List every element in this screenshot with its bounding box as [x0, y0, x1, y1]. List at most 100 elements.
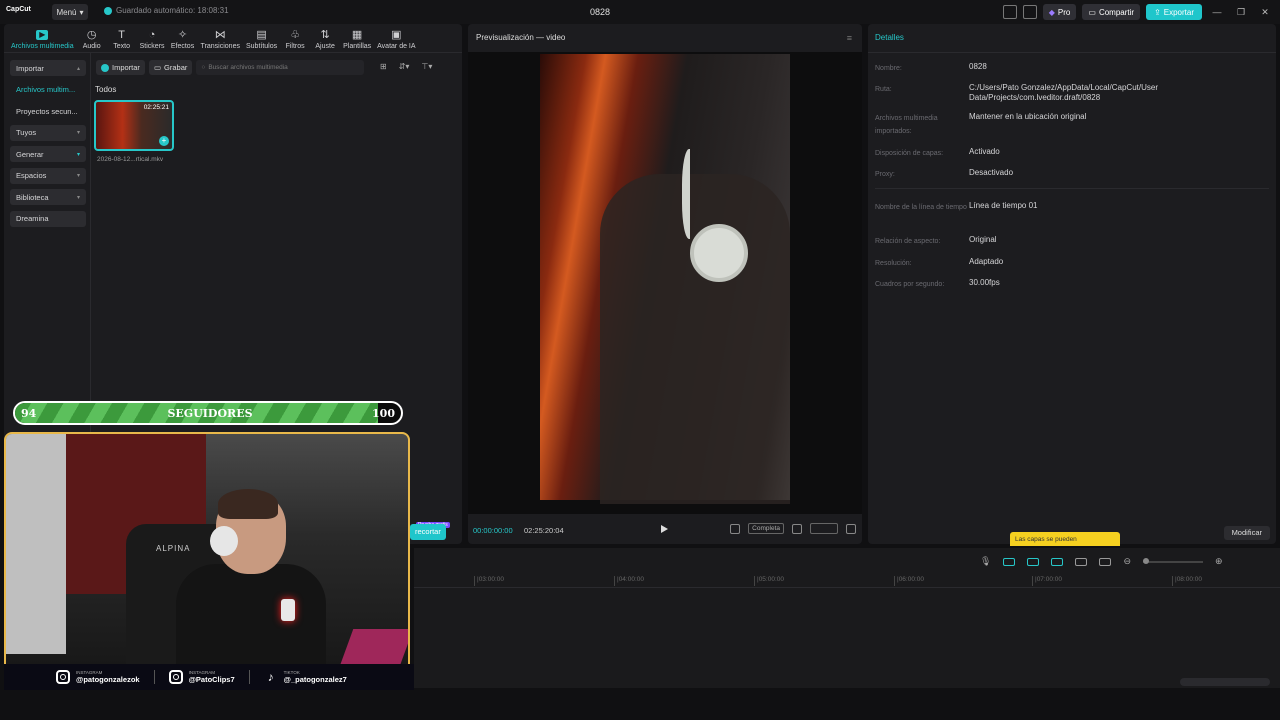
play-icon[interactable] [661, 525, 668, 533]
tab-label: Archivos multimedia [11, 43, 74, 50]
social-handle: @PatoClips7 [188, 675, 235, 684]
add-to-timeline-icon[interactable]: + [159, 136, 169, 146]
tabs-divider [4, 52, 462, 53]
app-logo: CapCut [6, 6, 31, 13]
sidebar-item-dreamina[interactable]: Dreamina [10, 210, 86, 227]
timeline-ruler[interactable]: |03:00:00 |04:00:00 |05:00:00 |06:00:00 … [414, 572, 1280, 588]
export-button[interactable]: ⇪ Exportar [1146, 4, 1202, 20]
tab-label: Audio [82, 43, 101, 50]
tab-filters[interactable]: ♧ Filtros [280, 28, 310, 50]
full-quality-button[interactable]: Completa [748, 523, 784, 534]
menu-label: Menú [56, 7, 77, 17]
modify-button[interactable]: Modificar [1223, 526, 1270, 540]
snapshot-icon[interactable] [792, 523, 802, 534]
crop-icon[interactable] [730, 523, 741, 534]
media-clip-thumbnail[interactable]: 02:25:21 + [94, 100, 174, 151]
sidebar-item-yours[interactable]: Tuyos ▾ [10, 124, 86, 141]
menu-button[interactable]: Menú ▾ [52, 4, 88, 20]
crop-feature-button[interactable]: recortar [410, 524, 446, 540]
detail-row-proxy: Proxy: Desactivado [875, 168, 1249, 181]
search-icon: ○ [201, 64, 206, 71]
webcam-headphone [210, 526, 238, 556]
detail-row-fps: Cuadros por segundo: 30.00fps [875, 278, 1249, 291]
import-button[interactable]: Importar [96, 60, 145, 75]
preview-title: Previsualización — video [476, 33, 566, 42]
media-icon: ▶ [36, 30, 49, 40]
zoom-in-icon[interactable]: ⊕ [1215, 556, 1223, 567]
tab-audio[interactable]: ◷ Audio [77, 28, 107, 50]
detail-value: C:/Users/Pato Gonzalez/AppData/Local/Cap… [969, 83, 1158, 102]
close-icon[interactable]: ✕ [1256, 7, 1274, 18]
sidebar-item-media-files[interactable]: Archivos multim... [10, 82, 86, 98]
snap-icon[interactable] [1051, 557, 1064, 566]
tab-label: Filtros [285, 43, 305, 50]
tab-text[interactable]: T Texto [107, 28, 137, 50]
share-button[interactable]: ▭ Compartir [1082, 4, 1141, 20]
social-handle: @patogonzalezok [76, 675, 140, 684]
tab-stickers[interactable]: ◔ Stickers [137, 28, 168, 50]
preview-menu-icon[interactable]: ≡ [847, 33, 852, 43]
share-icon: ▭ [1088, 7, 1096, 17]
tab-media[interactable]: ▶ Archivos multimedia [8, 28, 77, 50]
chevron-down-icon: ▾ [76, 173, 80, 179]
camera-icon: ▭ [153, 63, 162, 72]
grid-view-icon[interactable]: ⊞ [380, 62, 387, 71]
clip-duration: 02:25:21 [143, 104, 169, 111]
fullscreen-icon[interactable] [846, 523, 856, 534]
detail-row-aspect-ratio: Relación de aspecto: Original [875, 235, 1249, 248]
split-icon[interactable] [1075, 557, 1088, 566]
tab-ai-avatar[interactable]: ▣ Avatar de IA [374, 28, 418, 50]
sidebar-item-label: Biblioteca [16, 192, 49, 202]
details-title: Detalles [875, 33, 904, 42]
zoom-out-icon[interactable]: ⊖ [1123, 556, 1131, 567]
socials-bar: INSTAGRAM @patogonzalezok INSTAGRAM @PatoC… [4, 664, 414, 690]
detail-value: Mantener en la ubicación original [969, 112, 1087, 121]
timeline-scrollbar[interactable] [1180, 678, 1270, 686]
instagram-icon [56, 670, 70, 684]
record-button[interactable]: ▭ Grabar [148, 60, 193, 75]
preview-axis-icon[interactable] [1099, 557, 1112, 566]
detail-key: Relación de aspecto: [875, 238, 941, 245]
details-section-divider [875, 188, 1269, 189]
sidebar-item-label: Tuyos [16, 128, 37, 137]
filter-icon[interactable]: ⊤▾ [421, 62, 432, 71]
chevron-down-icon: ▾ [76, 130, 80, 136]
templates-icon: ▦ [351, 29, 363, 41]
minimize-icon[interactable]: — [1208, 7, 1226, 17]
detail-value: Original [969, 235, 997, 244]
adjust-icon: ⇅ [320, 29, 330, 41]
sort-icon[interactable]: ⇵▾ [399, 62, 410, 71]
microphone-icon[interactable]: 🎙 [980, 556, 991, 567]
tab-label: Efectos [170, 43, 195, 50]
magnet-icon[interactable] [1027, 557, 1040, 566]
sidebar-item-generate[interactable]: Generar ▾ [10, 146, 86, 162]
progress-goal: 100 [372, 407, 395, 420]
link-icon[interactable] [1003, 557, 1016, 566]
sidebar-item-secondary-projects[interactable]: Proyectos secun... [10, 103, 86, 119]
sidebar-item-spaces[interactable]: Espacios ▾ [10, 167, 86, 184]
sticker-icon: ◔ [148, 29, 156, 41]
sidebar-item-label: Espacios [16, 171, 47, 180]
tab-label: Transiciones [200, 43, 240, 50]
shortcuts-icon[interactable] [1022, 5, 1037, 19]
sidebar-item-import[interactable]: Importar ▴ [10, 60, 86, 76]
tab-transitions[interactable]: ⋈ Transiciones [198, 28, 243, 50]
search-input[interactable]: ○ Buscar archivos multimedia [196, 60, 365, 75]
layers-tooltip[interactable]: Las capas se pueden [1010, 532, 1120, 546]
tab-templates[interactable]: ▦ Plantillas [340, 28, 374, 50]
preview-canvas[interactable] [468, 52, 862, 514]
restore-icon[interactable]: ❐ [1232, 7, 1250, 18]
social-handle: @_patogonzalez7 [283, 675, 347, 684]
instagram-icon [168, 670, 183, 684]
zoom-slider[interactable] [1142, 557, 1203, 564]
ratio-button[interactable] [810, 523, 838, 534]
detail-row-imported-media: Archivos multimedia importados: Mantener … [875, 112, 1249, 138]
tab-effects[interactable]: ✧ Efectos [168, 28, 198, 50]
detail-key: Resolución: [875, 260, 912, 267]
tab-subtitles[interactable]: ▤ Subtítulos [243, 28, 280, 50]
sidebar-item-library[interactable]: Biblioteca ▾ [10, 189, 86, 205]
tab-label: Ajuste [315, 43, 335, 50]
layout-icon[interactable] [1002, 5, 1017, 19]
tab-adjust[interactable]: ⇅ Ajuste [310, 28, 340, 50]
pro-button[interactable]: ◆ Pro [1042, 4, 1077, 20]
